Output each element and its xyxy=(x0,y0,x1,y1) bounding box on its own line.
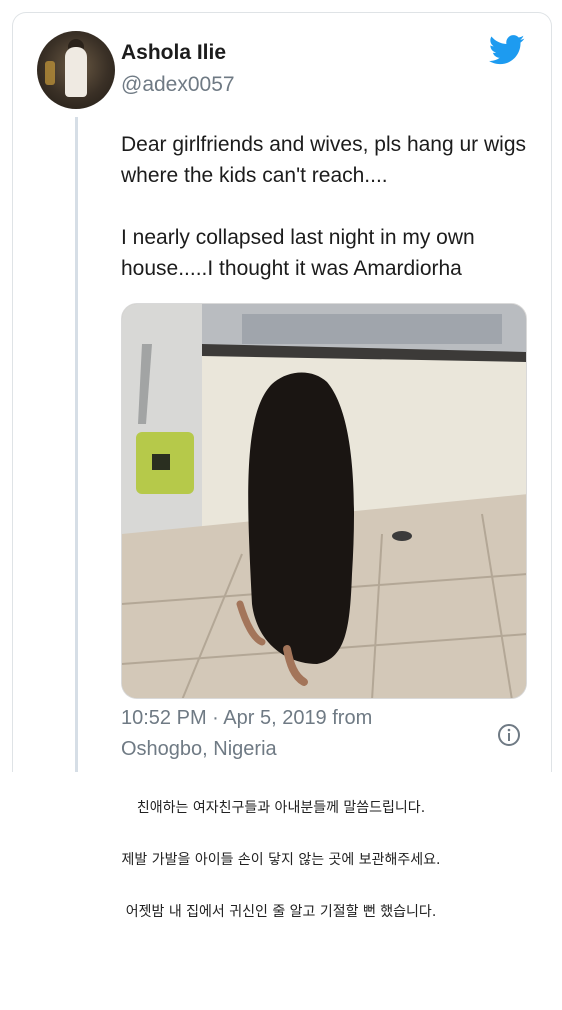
thread-line xyxy=(75,117,78,772)
info-icon[interactable] xyxy=(497,723,521,747)
author-handle[interactable]: @adex0057 xyxy=(121,73,235,97)
caption-line: 어젯밤 내 집에서 귀신인 줄 알고 기절할 뻔 했습니다. xyxy=(125,904,437,920)
tweet-card: Ashola Ilie @adex0057 Dear girlfriends a… xyxy=(12,12,552,772)
tweet-timestamp[interactable]: 10:52 PM · Apr 5, 2019 from xyxy=(121,703,461,734)
caption-line: 친애하는 여자친구들과 아내분들께 말씀드립니다. xyxy=(136,800,426,816)
avatar-lamp xyxy=(45,61,55,85)
tweet-paragraph: I nearly collapsed last night in my own … xyxy=(121,226,475,280)
avatar-person xyxy=(65,47,87,97)
avatar[interactable] xyxy=(37,31,115,109)
twitter-bird-icon[interactable] xyxy=(489,35,525,65)
tweet-timestamp-location[interactable]: 10:52 PM · Apr 5, 2019 from Oshogbo, Nig… xyxy=(121,703,461,765)
tweet-location[interactable]: Oshogbo, Nigeria xyxy=(121,734,461,765)
tweet-photo[interactable] xyxy=(121,303,527,699)
caption-line: 제발 가발을 아이들 손이 닿지 않는 곳에 보관해주세요. xyxy=(121,852,441,868)
tweet-paragraph: Dear girlfriends and wives, pls hang ur … xyxy=(121,133,527,187)
tweet-text: Dear girlfriends and wives, pls hang ur … xyxy=(121,129,531,315)
photo-scene xyxy=(122,304,526,698)
author-name[interactable]: Ashola Ilie xyxy=(121,41,226,65)
